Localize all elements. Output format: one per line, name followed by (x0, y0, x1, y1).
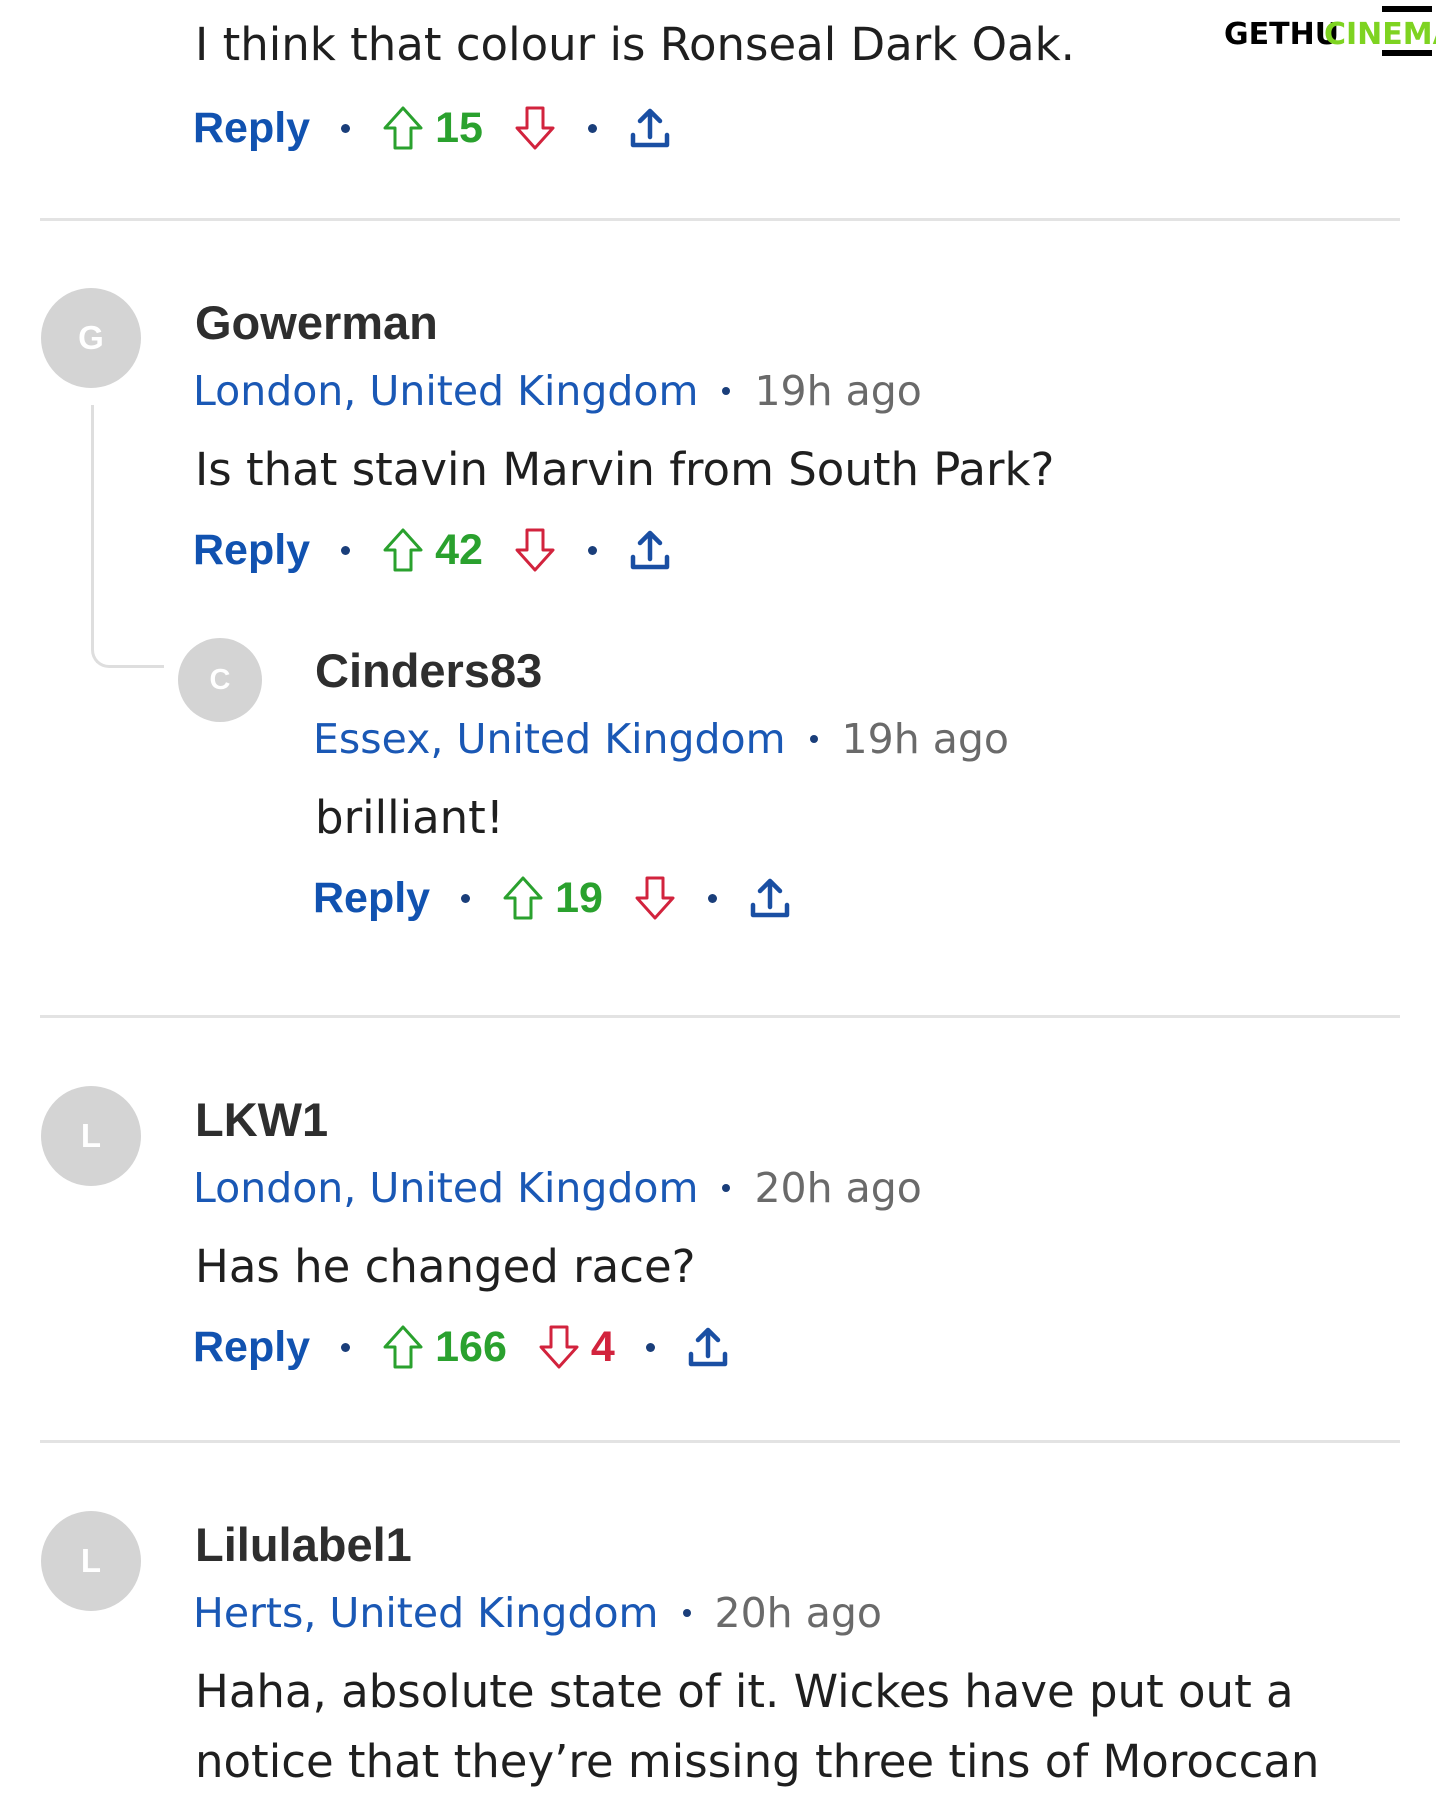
comment-actions: Reply 15 (193, 96, 672, 160)
separator-dot (722, 387, 731, 395)
comment-text-line: notice that they’re missing three tins o… (195, 1735, 1320, 1788)
downvote-icon[interactable] (633, 874, 677, 922)
comment-meta: London, United Kingdom 19h ago (193, 363, 922, 419)
comment-text-line: Haha, absolute state of it. Wickes have … (195, 1665, 1294, 1718)
thread-connector (91, 405, 164, 668)
comment-divider (40, 218, 1400, 221)
upvote-count: 166 (435, 1322, 507, 1371)
comment-location: London, United Kingdom (193, 1164, 699, 1212)
comment-text: Is that stavin Marvin from South Park? (195, 443, 1055, 496)
comment-username[interactable]: LKW1 (195, 1090, 328, 1150)
watermark-right-text: CINEMA (1324, 17, 1436, 52)
separator-dot (461, 893, 471, 903)
reply-button[interactable]: Reply (313, 874, 430, 923)
watermark-logo: GETHU CINEMA (1222, 2, 1440, 58)
comment-divider (40, 1440, 1400, 1443)
upvote-icon[interactable] (501, 874, 545, 922)
comment-location: Essex, United Kingdom (313, 715, 786, 763)
comment-username[interactable]: Lilulabel1 (195, 1515, 412, 1575)
watermark-left-text: GETHU (1224, 17, 1339, 52)
comment-actions: Reply 166 4 (193, 1315, 730, 1379)
comment-username[interactable]: Cinders83 (315, 641, 542, 701)
comment-username[interactable]: Gowerman (195, 293, 438, 353)
separator-dot (587, 545, 597, 555)
avatar[interactable]: C (178, 638, 262, 722)
comment-time: 20h ago (714, 1589, 882, 1637)
upvote-count: 42 (435, 525, 483, 574)
reply-button[interactable]: Reply (193, 1323, 310, 1372)
upvote-count: 19 (555, 873, 603, 922)
upvote-icon[interactable] (381, 104, 425, 152)
comment-time: 20h ago (754, 1164, 922, 1212)
separator-dot (341, 123, 351, 133)
comment-text: I think that colour is Ronseal Dark Oak. (195, 18, 1075, 71)
upvote-count: 15 (435, 103, 483, 152)
comment-time: 19h ago (754, 367, 922, 415)
separator-dot (809, 735, 818, 743)
separator-dot (645, 1342, 655, 1352)
comment-text: Has he changed race? (195, 1240, 696, 1293)
separator-dot (722, 1184, 731, 1192)
share-icon[interactable] (628, 105, 672, 151)
comment-divider (40, 1015, 1400, 1018)
comment-text: brilliant! (315, 791, 504, 844)
comment-actions: Reply 42 (193, 518, 672, 582)
comment-actions: Reply 19 (313, 866, 792, 930)
share-icon[interactable] (748, 875, 792, 921)
separator-dot (341, 545, 351, 555)
separator-dot (341, 1342, 351, 1352)
reply-button[interactable]: Reply (193, 526, 310, 575)
comment-time: 19h ago (841, 715, 1009, 763)
share-icon[interactable] (628, 527, 672, 573)
share-icon[interactable] (686, 1324, 730, 1370)
comment-meta: Essex, United Kingdom 19h ago (313, 711, 1009, 767)
upvote-icon[interactable] (381, 526, 425, 574)
upvote-icon[interactable] (381, 1323, 425, 1371)
downvote-count: 4 (590, 1322, 615, 1371)
comment-meta: London, United Kingdom 20h ago (193, 1160, 922, 1216)
avatar[interactable]: L (41, 1086, 141, 1186)
separator-dot (587, 123, 597, 133)
downvote-icon[interactable] (513, 104, 557, 152)
downvote-icon[interactable] (513, 526, 557, 574)
comment-meta: Herts, United Kingdom 20h ago (193, 1585, 882, 1641)
separator-dot (682, 1609, 691, 1617)
downvote-icon[interactable] (537, 1323, 581, 1371)
avatar[interactable]: L (41, 1511, 141, 1611)
comment-location: London, United Kingdom (193, 367, 699, 415)
reply-button[interactable]: Reply (193, 104, 310, 153)
separator-dot (707, 893, 717, 903)
comment-location: Herts, United Kingdom (193, 1589, 659, 1637)
avatar[interactable]: G (41, 288, 141, 388)
